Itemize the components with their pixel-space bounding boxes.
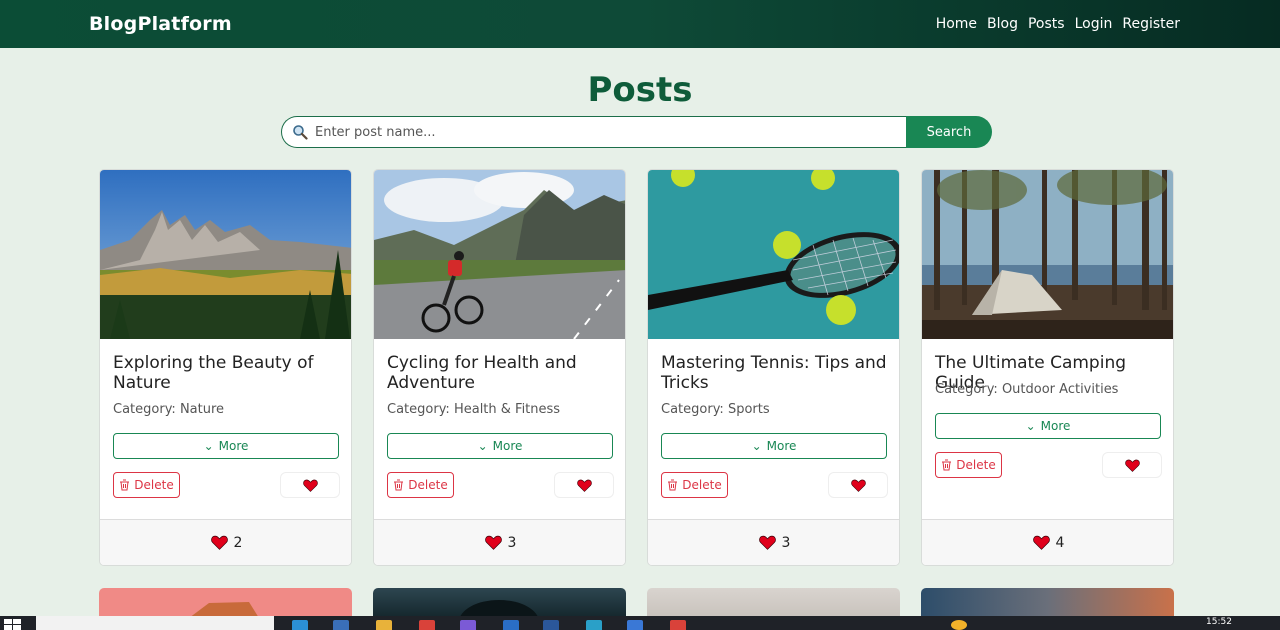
edge-icon[interactable] — [292, 620, 308, 630]
post-category: Category: Health & Fitness — [387, 402, 561, 417]
heart-icon — [576, 479, 592, 492]
chevron-down-icon: ⌄ — [751, 439, 762, 453]
post-title: Cycling for Health and Adventure — [387, 353, 577, 393]
heart-icon — [1032, 535, 1050, 550]
taskbar-clock[interactable]: 15:52 — [1206, 617, 1232, 627]
app-icon[interactable] — [460, 620, 476, 630]
search-bar: Search — [281, 116, 992, 148]
taskbar-search-box[interactable] — [36, 616, 274, 630]
more-button[interactable]: ⌄ More — [935, 413, 1161, 439]
like-button[interactable] — [828, 472, 888, 498]
trash-icon — [394, 479, 404, 491]
heart-icon — [484, 535, 502, 550]
delete-label: Delete — [682, 478, 722, 492]
app-icon[interactable] — [627, 620, 643, 630]
more-button[interactable]: ⌄ More — [113, 433, 339, 459]
like-count: 3 — [781, 534, 791, 551]
nav-link-login[interactable]: Login — [1075, 16, 1113, 32]
weather-icon[interactable] — [951, 620, 967, 630]
like-count: 2 — [233, 534, 243, 551]
trash-icon — [942, 459, 952, 471]
card-footer: 3 — [374, 519, 625, 565]
post-title: Mastering Tennis: Tips and Tricks — [661, 353, 887, 393]
app-icon[interactable] — [503, 620, 519, 630]
card-footer: 2 — [100, 519, 351, 565]
post-card-peek[interactable] — [921, 588, 1174, 618]
post-card-peek[interactable] — [647, 588, 900, 618]
app-icon[interactable] — [586, 620, 602, 630]
post-card: Exploring the Beauty of Nature Category:… — [99, 169, 352, 566]
delete-label: Delete — [134, 478, 174, 492]
more-label: More — [766, 439, 797, 453]
trash-icon — [120, 479, 130, 491]
post-image-peek — [189, 602, 259, 618]
like-count: 4 — [1055, 534, 1065, 551]
delete-label: Delete — [956, 458, 996, 472]
windows-start-icon[interactable] — [4, 619, 22, 630]
delete-button[interactable]: Delete — [661, 472, 728, 498]
chrome-icon[interactable] — [419, 620, 435, 630]
more-button[interactable]: ⌄ More — [387, 433, 613, 459]
chevron-down-icon: ⌄ — [203, 439, 214, 453]
heart-icon — [1124, 459, 1140, 472]
post-image-camping — [922, 170, 1173, 339]
search-icon — [293, 125, 308, 140]
like-button[interactable] — [280, 472, 340, 498]
chevron-down-icon: ⌄ — [1025, 419, 1036, 433]
heart-icon — [758, 535, 776, 550]
nav-links: Home Blog Posts Login Register — [936, 16, 1180, 32]
card-footer: 3 — [648, 519, 899, 565]
delete-button[interactable]: Delete — [113, 472, 180, 498]
file-explorer-icon[interactable] — [376, 620, 392, 630]
word-icon[interactable] — [543, 620, 559, 630]
nav-link-register[interactable]: Register — [1122, 16, 1180, 32]
like-count: 3 — [507, 534, 517, 551]
nav-link-blog[interactable]: Blog — [987, 16, 1018, 32]
search-button[interactable]: Search — [906, 116, 992, 148]
post-category: Category: Nature — [113, 402, 225, 417]
chevron-down-icon: ⌄ — [477, 439, 488, 453]
nav-link-posts[interactable]: Posts — [1028, 16, 1065, 32]
more-label: More — [492, 439, 523, 453]
post-card: Mastering Tennis: Tips and Tricks Catego… — [647, 169, 900, 566]
delete-button[interactable]: Delete — [387, 472, 454, 498]
more-label: More — [218, 439, 249, 453]
post-card: The Ultimate Camping Guide Category: Out… — [921, 169, 1174, 566]
card-footer: 4 — [922, 519, 1173, 565]
trash-icon — [668, 479, 678, 491]
brand-logo[interactable]: BlogPlatform — [89, 13, 232, 35]
heart-icon — [210, 535, 228, 550]
chrome-icon[interactable] — [670, 620, 686, 630]
delete-label: Delete — [408, 478, 448, 492]
nav-link-home[interactable]: Home — [936, 16, 977, 32]
post-card-peek[interactable] — [373, 588, 626, 618]
delete-button[interactable]: Delete — [935, 452, 1002, 478]
heart-icon — [302, 479, 318, 492]
more-button[interactable]: ⌄ More — [661, 433, 887, 459]
more-label: More — [1040, 419, 1071, 433]
post-card-peek[interactable] — [99, 588, 352, 618]
navbar: BlogPlatform Home Blog Posts Login Regis… — [0, 0, 1280, 48]
post-image-tennis — [648, 170, 899, 339]
post-image-mountains — [100, 170, 351, 339]
post-category: Category: Sports — [661, 402, 770, 417]
store-icon[interactable] — [333, 620, 349, 630]
like-button[interactable] — [554, 472, 614, 498]
post-category: Category: Outdoor Activities — [935, 382, 1119, 397]
post-image-cyclist — [374, 170, 625, 339]
like-button[interactable] — [1102, 452, 1162, 478]
search-input[interactable] — [281, 116, 906, 148]
post-title: Exploring the Beauty of Nature — [113, 353, 314, 393]
post-card: Cycling for Health and Adventure Categor… — [373, 169, 626, 566]
heart-icon — [850, 479, 866, 492]
post-image-peek — [459, 600, 539, 618]
page-title: Posts — [587, 70, 693, 110]
